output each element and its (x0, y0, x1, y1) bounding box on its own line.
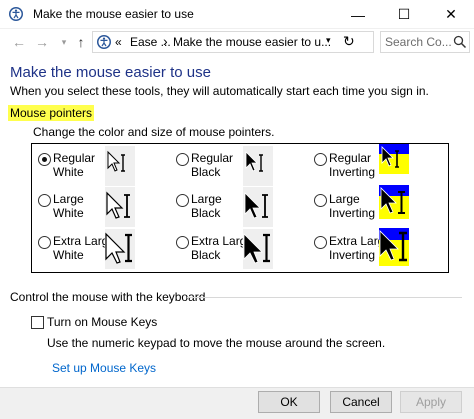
option-large-white[interactable]: Large White (34, 187, 174, 227)
close-button[interactable]: ✕ (428, 0, 474, 29)
pointer-preview-extra-large-black (243, 229, 273, 269)
option-large-inverting[interactable]: Large Inverting (310, 185, 450, 227)
option-label: Black (191, 165, 221, 179)
control-panel-icon (97, 35, 111, 49)
option-label: Large (329, 192, 360, 206)
pointer-preview-large-black (243, 187, 273, 227)
dialog-footer: OK Cancel Apply (0, 387, 474, 419)
address-dropdown-icon[interactable]: ▾ (326, 35, 331, 46)
option-label: Regular (53, 151, 96, 165)
option-extra-large-black[interactable]: Extra Large Black (172, 229, 312, 269)
mouse-keys-description: Use the numeric keypad to move the mouse… (47, 336, 386, 350)
up-arrow-icon[interactable]: ↑ (72, 33, 90, 51)
radio-large-inverting[interactable] (314, 194, 327, 207)
mouse-pointers-heading: Mouse pointers (8, 105, 95, 121)
pointer-preview-large-inverting (379, 185, 409, 219)
apply-button[interactable]: Apply (400, 391, 462, 413)
mouse-keys-label[interactable]: Turn on Mouse Keys (47, 315, 157, 329)
option-label: Regular (191, 151, 234, 165)
option-label: Inverting (329, 206, 376, 220)
radio-extra-large-white[interactable] (38, 236, 51, 249)
recent-locations-chevron-icon[interactable]: ▾ (55, 33, 73, 51)
forward-arrow-icon[interactable]: → (33, 33, 51, 51)
pointer-preview-large-white (105, 187, 135, 227)
option-large-black[interactable]: Large Black (172, 187, 312, 227)
pointer-preview-regular-white (105, 146, 135, 186)
option-extra-large-inverting[interactable]: Extra Large Inverting (310, 228, 450, 269)
mouse-keys-checkbox[interactable] (31, 316, 44, 329)
search-icon[interactable] (453, 35, 467, 49)
option-regular-black[interactable]: Regular Black (172, 146, 312, 186)
window-title: Make the mouse easier to use (33, 7, 194, 21)
option-label: Inverting (329, 248, 376, 262)
back-arrow-icon[interactable]: ← (10, 33, 28, 51)
pointer-preview-extra-large-inverting (379, 228, 409, 266)
option-label: White (53, 206, 84, 220)
main-content: Make the mouse easier to use When you se… (0, 57, 474, 387)
option-label: Regular (329, 151, 372, 165)
page-subtitle: When you select these tools, they will a… (10, 84, 429, 98)
radio-extra-large-inverting[interactable] (314, 236, 327, 249)
option-label: Black (191, 206, 221, 220)
minimize-button[interactable]: — (335, 0, 381, 29)
option-label: Large (53, 192, 84, 206)
option-regular-white[interactable]: Regular White (34, 146, 174, 186)
radio-regular-inverting[interactable] (314, 153, 327, 166)
pointer-preview-regular-inverting (379, 144, 409, 174)
radio-regular-white[interactable] (38, 153, 51, 166)
keyboard-section-heading: Control the mouse with the keyboard (10, 290, 206, 304)
setup-mouse-keys-link[interactable]: Set up Mouse Keys (52, 361, 156, 375)
option-extra-large-white[interactable]: Extra Large White (34, 229, 174, 269)
ease-of-access-icon (9, 7, 23, 21)
title-bar: Make the mouse easier to use — ☐ ✕ (0, 0, 474, 29)
ok-button[interactable]: OK (258, 391, 320, 413)
option-label: Black (191, 248, 221, 262)
option-label: White (53, 165, 84, 179)
option-label: White (53, 248, 84, 262)
radio-extra-large-black[interactable] (176, 236, 189, 249)
breadcrumb-current[interactable]: Make the mouse easier to u... (173, 35, 331, 49)
mouse-pointers-description: Change the color and size of mouse point… (33, 125, 275, 139)
search-box[interactable] (380, 31, 470, 53)
pointer-preview-regular-black (243, 146, 273, 186)
address-bar[interactable]: « Ease ... › Make the mouse easier to u.… (92, 31, 374, 53)
section-divider (187, 297, 462, 298)
option-label: Inverting (329, 165, 376, 179)
cancel-button[interactable]: Cancel (330, 391, 392, 413)
page-title: Make the mouse easier to use (10, 64, 211, 81)
pointer-scheme-group: Regular White Regular Black Regular Inverti… (31, 143, 449, 273)
option-label: Large (191, 192, 222, 206)
radio-regular-black[interactable] (176, 153, 189, 166)
radio-large-black[interactable] (176, 194, 189, 207)
breadcrumb-separator[interactable]: › (163, 33, 168, 49)
radio-large-white[interactable] (38, 194, 51, 207)
option-regular-inverting[interactable]: Regular Inverting (310, 144, 450, 186)
address-overflow[interactable]: « (115, 35, 122, 49)
maximize-button[interactable]: ☐ (381, 0, 427, 29)
refresh-icon[interactable]: ↻ (343, 33, 355, 50)
pointer-preview-extra-large-white (105, 229, 135, 269)
navigation-bar: ← → ▾ ↑ « Ease ... › Make the mouse easi… (0, 29, 474, 57)
search-input[interactable] (385, 34, 451, 50)
